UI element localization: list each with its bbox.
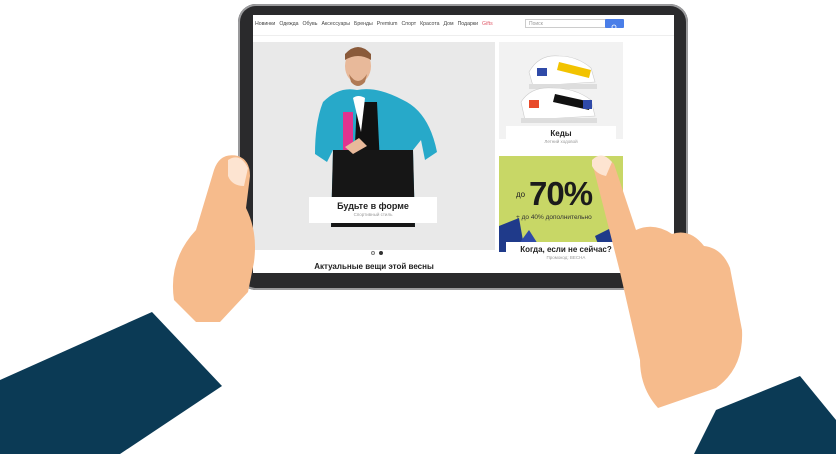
hands-illustration bbox=[0, 155, 836, 454]
left-sleeve bbox=[0, 312, 222, 454]
right-hand bbox=[592, 156, 743, 408]
